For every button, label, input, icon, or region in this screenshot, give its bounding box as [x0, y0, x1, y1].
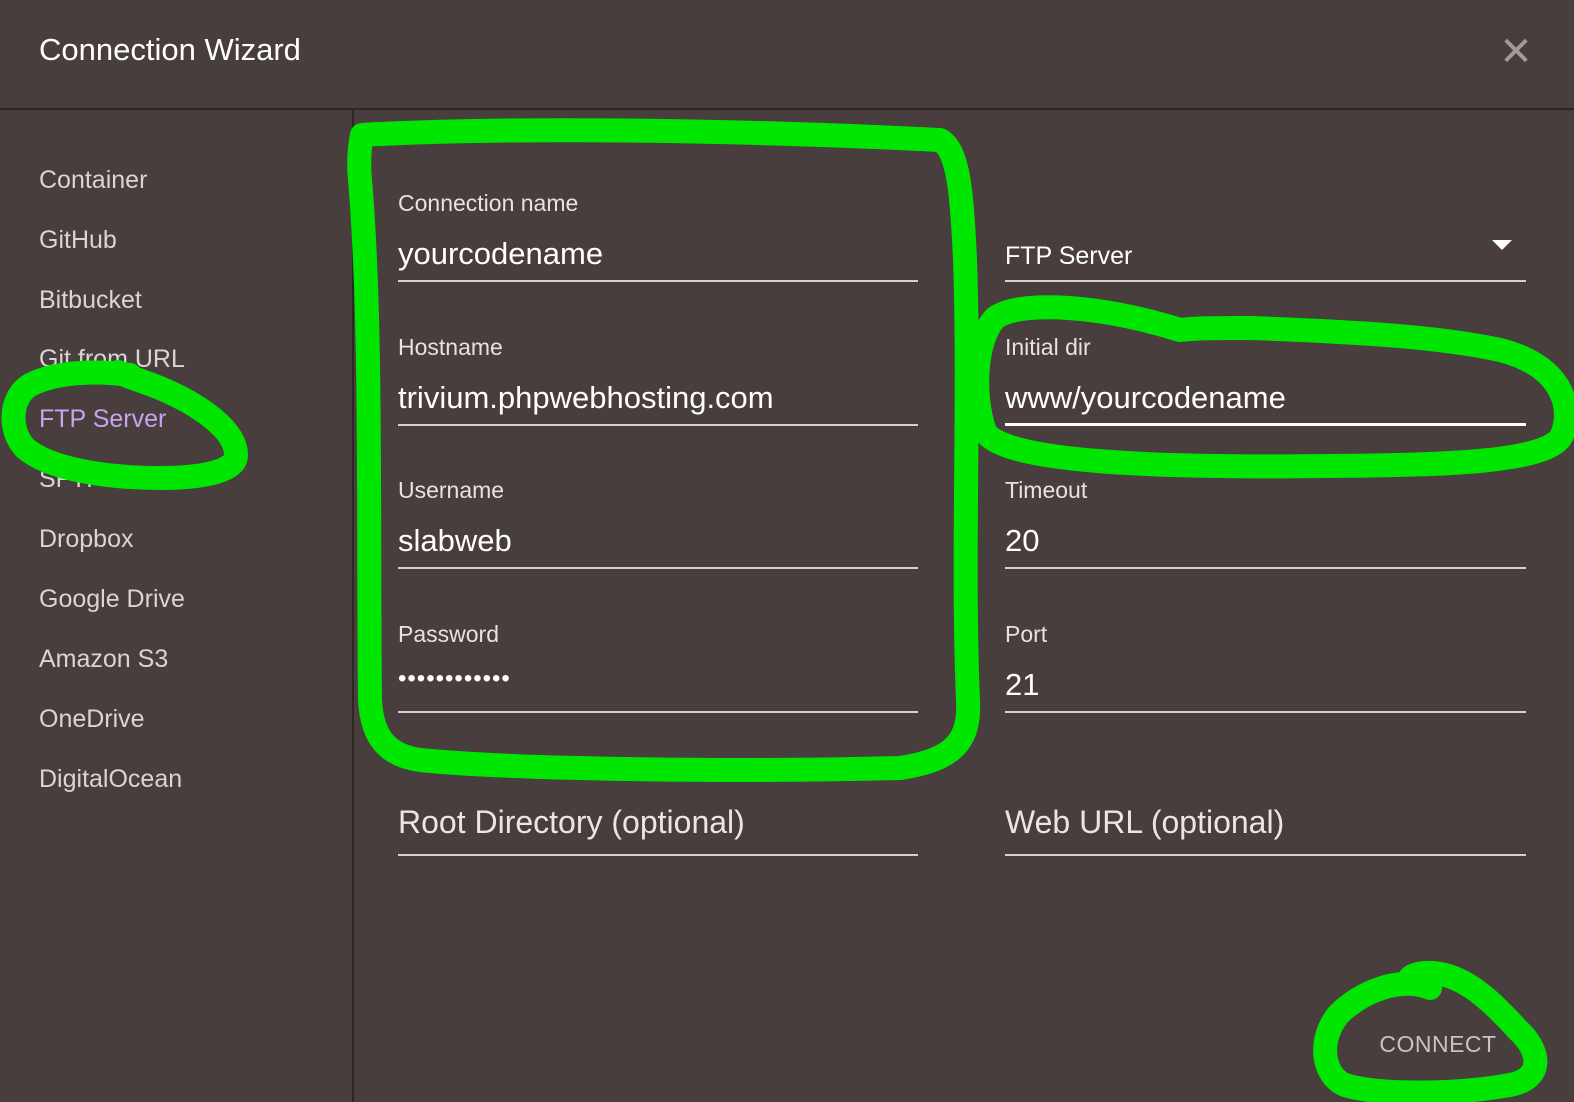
- username-input[interactable]: slabweb: [398, 523, 512, 559]
- username-field[interactable]: Username slabweb: [398, 473, 918, 569]
- initial-dir-input[interactable]: www/yourcodename: [1005, 380, 1286, 416]
- port-input[interactable]: 21: [1005, 667, 1039, 703]
- sidebar-item-github[interactable]: GitHub: [39, 226, 117, 255]
- close-icon[interactable]: ✕: [1496, 32, 1536, 72]
- hostname-label: Hostname: [398, 334, 503, 360]
- port-field[interactable]: Port 21: [1005, 617, 1526, 713]
- initial-dir-label: Initial dir: [1005, 334, 1091, 360]
- connection-name-label: Connection name: [398, 190, 579, 216]
- input-underline: [1005, 854, 1526, 856]
- connection-type-sidebar: Container GitHub Bitbucket Git from URL …: [0, 110, 354, 1102]
- port-label: Port: [1005, 621, 1048, 647]
- connection-type-value[interactable]: FTP Server: [1005, 242, 1132, 271]
- sidebar-item-ftp-server[interactable]: FTP Server: [39, 405, 166, 434]
- sidebar-item-google-drive[interactable]: Google Drive: [39, 585, 185, 614]
- timeout-label: Timeout: [1005, 477, 1088, 503]
- password-label: Password: [398, 621, 499, 647]
- password-input[interactable]: ••••••••••••: [398, 665, 511, 693]
- hostname-input[interactable]: trivium.phpwebhosting.com: [398, 380, 774, 416]
- timeout-input[interactable]: 20: [1005, 523, 1039, 559]
- input-underline: [398, 280, 918, 282]
- password-field[interactable]: Password ••••••••••••: [398, 617, 918, 713]
- web-url-input[interactable]: Web URL (optional): [1005, 804, 1284, 841]
- sidebar-item-bitbucket[interactable]: Bitbucket: [39, 286, 142, 315]
- input-underline-focused: [1005, 423, 1526, 426]
- root-directory-field[interactable]: Root Directory (optional): [398, 760, 918, 856]
- sidebar-item-dropbox[interactable]: Dropbox: [39, 525, 134, 554]
- sidebar-item-git-from-url[interactable]: Git from URL: [39, 345, 185, 374]
- dialog-title: Connection Wizard: [39, 32, 301, 67]
- connection-name-field[interactable]: Connection name yourcodename: [398, 186, 918, 282]
- input-underline: [1005, 567, 1526, 569]
- sidebar-item-container[interactable]: Container: [39, 166, 147, 195]
- connection-type-select[interactable]: FTP Server: [1005, 186, 1526, 282]
- timeout-field[interactable]: Timeout 20: [1005, 473, 1526, 569]
- username-label: Username: [398, 477, 505, 503]
- select-underline: [1005, 280, 1526, 282]
- sidebar-item-amazon-s3[interactable]: Amazon S3: [39, 645, 168, 674]
- sidebar-item-digitalocean[interactable]: DigitalOcean: [39, 765, 182, 794]
- web-url-field[interactable]: Web URL (optional): [1005, 760, 1526, 856]
- input-underline: [398, 854, 918, 856]
- input-underline: [398, 424, 918, 426]
- chevron-down-icon[interactable]: [1492, 240, 1512, 250]
- initial-dir-field[interactable]: Initial dir www/yourcodename: [1005, 330, 1526, 426]
- connection-name-input[interactable]: yourcodename: [398, 236, 603, 272]
- dialog-header: Connection Wizard ✕: [0, 0, 1574, 110]
- root-directory-input[interactable]: Root Directory (optional): [398, 804, 745, 841]
- input-underline: [398, 711, 918, 713]
- sidebar-item-onedrive[interactable]: OneDrive: [39, 705, 145, 734]
- hostname-field[interactable]: Hostname trivium.phpwebhosting.com: [398, 330, 918, 426]
- input-underline: [1005, 711, 1526, 713]
- sidebar-item-sftp[interactable]: SFTP: [39, 465, 103, 494]
- connect-button[interactable]: CONNECT: [1368, 1024, 1508, 1064]
- input-underline: [398, 567, 918, 569]
